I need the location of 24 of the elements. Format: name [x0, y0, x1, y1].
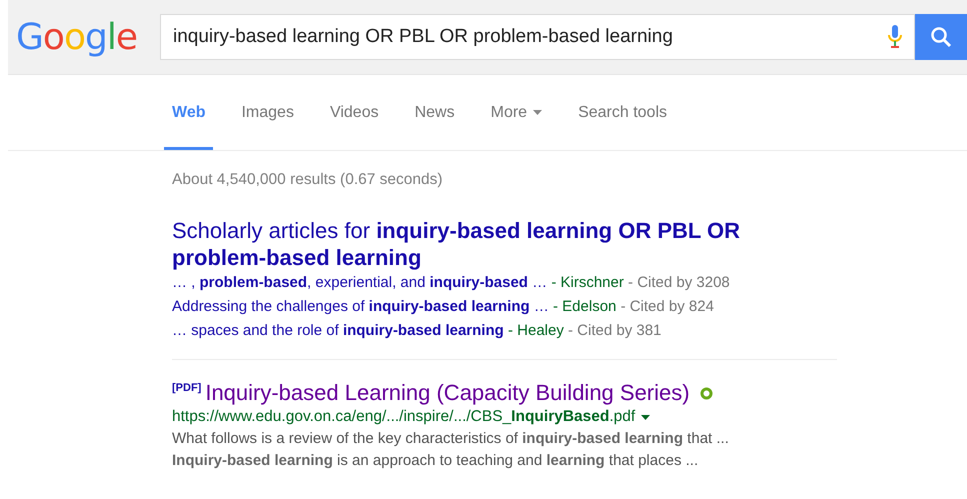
- more-menu[interactable]: More: [482, 75, 550, 150]
- search-icon: [930, 26, 952, 48]
- search-tab[interactable]: Search tools: [570, 75, 675, 150]
- result-snippet: Inquiry-based learning is an approach to teaching and learning that places ...: [172, 451, 700, 471]
- result-url: https://www.edu.gov.on.ca/eng/.../inspire/.../CBS_InquiryBased.pdf: [172, 407, 636, 427]
- scholar-entry: … , problem-based, experiential, and inquiry-based … - Kirschner - Cited by 3208: [172, 273, 731, 293]
- logo[interactable]: Google: [8, 16, 160, 58]
- circle-icon: [700, 386, 713, 400]
- scholar-entry: Addressing the challenges of inquiry-based learning … - Edelson - Cited by 824: [172, 297, 715, 317]
- search-tab[interactable]: Web: [164, 75, 214, 150]
- search-tab[interactable]: Images: [233, 75, 302, 150]
- result-stats: About 4,540,000 results (0.67 seconds): [172, 171, 444, 189]
- microphone-icon[interactable]: [888, 25, 902, 49]
- scholar-link[interactable]: Scholarly articles for inquiry-based learning OR PBL OR problem-based learning: [172, 217, 832, 271]
- search-field[interactable]: inquiry-based learning OR PBL OR problem-based learning: [160, 14, 915, 60]
- search-tab[interactable]: Videos: [322, 75, 387, 150]
- result-snippet: What follows is a review of the key characteristics of inquiry-based learning that ...: [172, 429, 730, 449]
- result-title[interactable]: Inquiry-based Learning (Capacity Building Series): [205, 380, 690, 406]
- caret-icon[interactable]: [641, 414, 650, 420]
- scholar-entry: … spaces and the role of inquiry-based learning - Healey - Cited by 381: [172, 321, 662, 341]
- file-type-label: [PDF]: [172, 382, 202, 394]
- search-tab[interactable]: News: [406, 75, 463, 150]
- caret-icon: [533, 110, 542, 115]
- search-button[interactable]: [915, 14, 967, 60]
